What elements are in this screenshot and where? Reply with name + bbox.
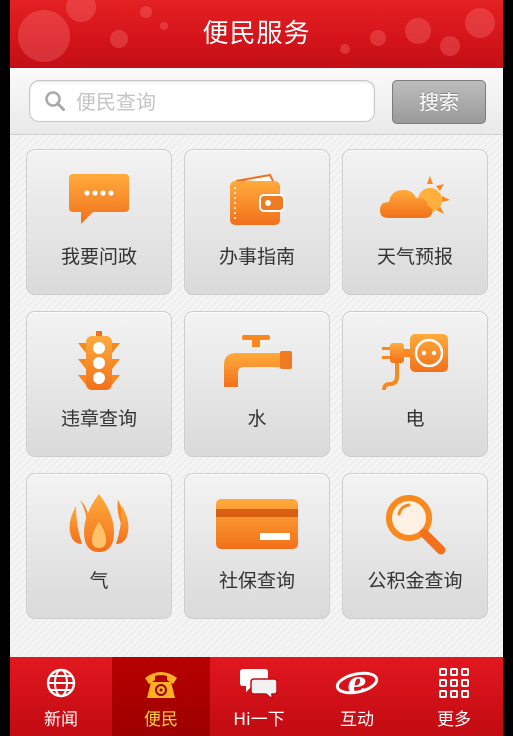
telephone-icon xyxy=(145,672,177,698)
water-faucet-icon xyxy=(224,335,292,387)
page-title: 便民服务 xyxy=(202,19,311,49)
credit-card-icon xyxy=(216,499,298,549)
tab-hi[interactable]: Hi一下 xyxy=(210,657,308,736)
tile-weather[interactable]: 天气预报 xyxy=(342,149,488,295)
tab-label: 便民 xyxy=(144,710,178,730)
tile-label: 电 xyxy=(405,408,425,430)
tab-news[interactable]: 新闻 xyxy=(12,657,110,736)
tile-electricity[interactable]: 电 xyxy=(342,311,488,457)
svg-text:e: e xyxy=(347,667,366,699)
wallet-icon xyxy=(230,173,285,225)
tab-label: 新闻 xyxy=(44,710,78,730)
magnifier-icon xyxy=(386,495,446,555)
tile-label: 违章查询 xyxy=(60,408,137,430)
chat-bubbles-icon xyxy=(240,669,278,699)
tile-housing-fund[interactable]: 公积金查询 xyxy=(342,473,488,619)
browser-e-icon: e xyxy=(335,667,379,699)
tab-label: Hi一下 xyxy=(233,710,285,730)
header-bar: 便民服务 xyxy=(10,0,503,68)
tile-violation[interactable]: 违章查询 xyxy=(26,311,172,457)
tile-banshi[interactable]: 办事指南 xyxy=(184,149,330,295)
tab-label: 更多 xyxy=(437,710,471,730)
weather-sun-cloud-icon xyxy=(380,176,450,218)
gas-flame-icon xyxy=(69,494,129,552)
tile-label: 公积金查询 xyxy=(367,570,463,592)
search-field[interactable] xyxy=(29,80,375,123)
tab-bianmin[interactable]: 便民 xyxy=(112,657,210,736)
globe-icon xyxy=(46,668,76,698)
tile-label: 天气预报 xyxy=(376,246,453,268)
tile-wenzheng[interactable]: 我要问政 xyxy=(26,149,172,295)
app-screen: 便民服务 搜索 我要问政 xyxy=(10,0,503,736)
search-button[interactable]: 搜索 xyxy=(392,80,486,124)
tile-label: 水 xyxy=(247,408,267,430)
search-bar: 搜索 xyxy=(10,68,503,135)
tile-label: 办事指南 xyxy=(218,246,295,268)
search-icon xyxy=(45,91,65,111)
service-grid: 我要问政 办事指南 天气预报 违章查询 水 电 气 社保查询 公积金查询 xyxy=(10,135,503,657)
grid-dots-icon xyxy=(439,668,469,698)
chat-bubble-icon xyxy=(69,174,129,224)
bottom-tab-bar: 新闻 便民 Hi一下 e 互动 更多 xyxy=(10,657,503,736)
tile-water[interactable]: 水 xyxy=(184,311,330,457)
tab-label: 互动 xyxy=(340,710,374,730)
tab-interact[interactable]: e 互动 xyxy=(308,657,406,736)
tile-label: 社保查询 xyxy=(218,570,295,592)
tile-label: 我要问政 xyxy=(60,246,137,268)
search-input[interactable] xyxy=(74,81,368,123)
traffic-light-icon xyxy=(78,331,120,390)
tab-more[interactable]: 更多 xyxy=(405,657,503,736)
tile-social-security[interactable]: 社保查询 xyxy=(184,473,330,619)
tile-label: 气 xyxy=(89,570,109,592)
power-socket-plug-icon xyxy=(382,334,448,391)
tile-gas[interactable]: 气 xyxy=(26,473,172,619)
